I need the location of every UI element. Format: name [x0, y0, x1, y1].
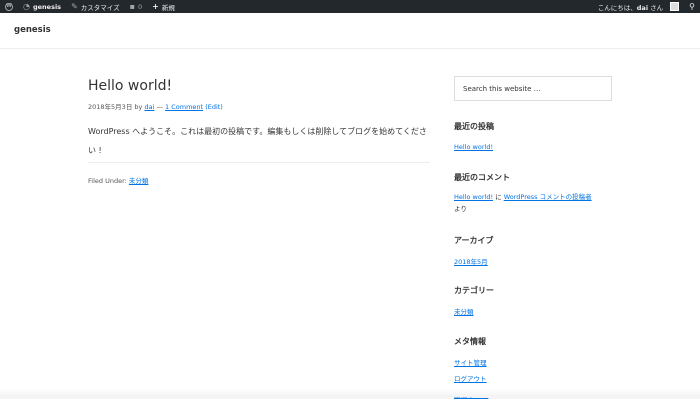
- site-inner: Hello world! 2018年5月3日 by dai — 1 Commen…: [0, 49, 700, 399]
- archive-link[interactable]: 2018年5月: [454, 256, 488, 266]
- comment-on-text: に: [493, 193, 504, 201]
- wp-logo-menu[interactable]: [0, 0, 18, 13]
- by-label: by: [134, 103, 143, 111]
- comment-icon: ▪: [129, 1, 135, 11]
- wordpress-icon: [5, 2, 13, 11]
- categories-title: カテゴリー: [454, 286, 494, 295]
- avatar: [670, 2, 680, 11]
- site-header: genesis: [0, 13, 700, 49]
- author-link[interactable]: dai: [144, 103, 154, 111]
- admin-bar: ◔ genesis ✎ カスタマイズ ▪ 0 + 新規 こんにちは、dai さん…: [0, 0, 700, 13]
- dashboard-icon: ◔: [23, 1, 30, 11]
- post-meta: 2018年5月3日 by dai — 1 Comment (Edit): [88, 101, 223, 111]
- bottom-fade: [0, 389, 700, 397]
- plus-icon: +: [152, 1, 159, 11]
- greeting-text: こんにちは、dai さん: [597, 3, 664, 12]
- entry-divider: [88, 162, 430, 163]
- filed-under-label: Filed Under:: [88, 177, 127, 185]
- category-widget-link[interactable]: 未分類: [454, 306, 474, 316]
- customize-menu[interactable]: ✎ カスタマイズ: [66, 0, 125, 13]
- site-name-label: genesis: [32, 2, 62, 11]
- customize-label: カスタマイズ: [80, 3, 120, 12]
- site-name-menu[interactable]: ◔ genesis: [18, 0, 66, 13]
- admin-search[interactable]: ⚲: [684, 0, 700, 13]
- category-link[interactable]: 未分類: [129, 177, 149, 185]
- recent-posts-title: 最近の投稿: [454, 122, 494, 131]
- recent-comment: Hello world! に WordPress コメントの投稿者 より: [454, 191, 612, 215]
- brush-icon: ✎: [71, 1, 78, 11]
- comment-from-text: より: [454, 205, 467, 213]
- comment-author-link[interactable]: WordPress コメントの投稿者: [504, 193, 592, 201]
- archives-title: アーカイブ: [454, 236, 494, 245]
- comments-count: 0: [138, 2, 143, 11]
- post-date: 2018年5月3日: [88, 103, 133, 111]
- new-content-menu[interactable]: + 新規: [147, 0, 180, 13]
- meta-site-admin-link[interactable]: サイト管理: [454, 357, 487, 367]
- edit-link[interactable]: (Edit): [205, 103, 223, 111]
- my-account-menu[interactable]: こんにちは、dai さん: [593, 0, 684, 13]
- post-content: WordPress へようこそ。これは最初の投稿です。編集もしくは削除してブログ…: [88, 127, 427, 155]
- new-label: 新規: [161, 3, 175, 12]
- post-title[interactable]: Hello world!: [88, 78, 172, 94]
- comments-menu[interactable]: ▪ 0: [125, 0, 148, 13]
- meta-logout-link[interactable]: ログアウト: [454, 373, 487, 383]
- search-input[interactable]: Search this website …: [454, 76, 612, 101]
- meta-dash: —: [156, 103, 163, 111]
- post-footer: Filed Under: 未分類: [88, 175, 148, 185]
- recent-post-link[interactable]: Hello world!: [454, 143, 493, 151]
- comment-post-link[interactable]: Hello world!: [454, 193, 493, 201]
- meta-title: メタ情報: [454, 337, 486, 346]
- recent-comments-title: 最近のコメント: [454, 173, 510, 182]
- site-title[interactable]: genesis: [14, 25, 51, 35]
- search-icon: ⚲: [689, 1, 695, 11]
- comments-link[interactable]: 1 Comment: [165, 103, 203, 111]
